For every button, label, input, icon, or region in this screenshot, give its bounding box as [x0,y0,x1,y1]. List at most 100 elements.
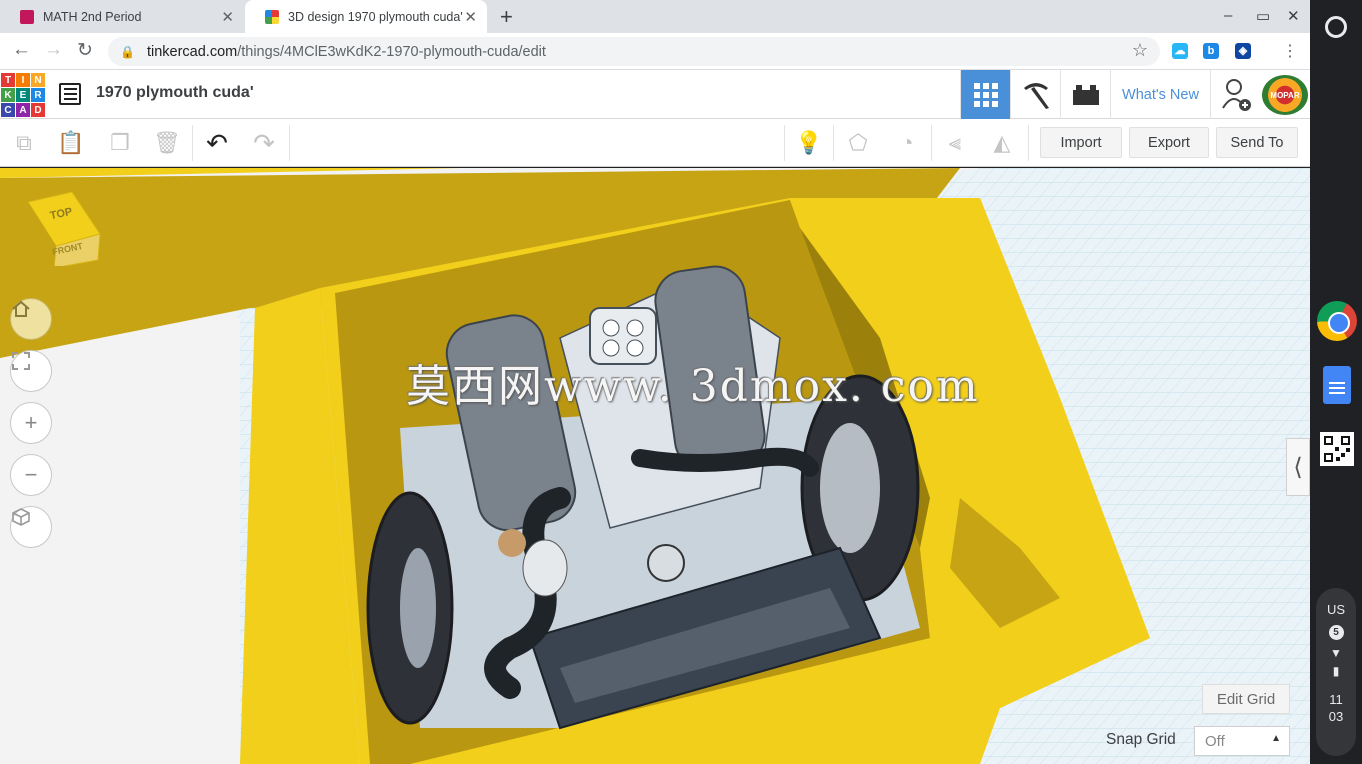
chrome-menu-icon[interactable]: ⋮ [1282,41,1298,61]
export-button[interactable]: Export [1129,127,1209,158]
logo-letter: T [1,73,15,87]
view-cube[interactable]: TOP FRONT [26,190,101,266]
fit-icon [12,352,30,370]
paste-icon[interactable]: 📋 [57,129,85,157]
zoom-in-button[interactable]: + [10,402,52,444]
tinkercad-logo[interactable]: T I N K E R C A D [1,73,45,117]
front-left-rim [400,548,436,668]
whats-new-link[interactable]: What's New [1110,70,1210,119]
bookmark-star-icon[interactable]: ☆ [1132,40,1148,61]
clock-minute: 03 [1328,709,1344,724]
tab-3d-design[interactable]: 3D design 1970 plymouth cuda' ✕ [245,0,487,33]
plus-icon: + [24,410,38,435]
cube-icon [12,508,30,526]
undo-icon[interactable]: ↶ [203,129,231,157]
docs-app-icon[interactable] [1323,366,1351,404]
minecraft-view-button[interactable] [1010,70,1060,119]
new-tab-button[interactable]: + [500,4,513,30]
edit-grid-button[interactable]: Edit Grid [1202,684,1290,714]
send-to-button[interactable]: Send To [1216,127,1298,158]
3d-scene[interactable] [0,168,1310,764]
add-user-icon [1221,78,1251,111]
front-right-rim [820,423,880,553]
tinkercad-icon [265,9,279,24]
perspective-button[interactable] [10,506,52,548]
grid-icon [973,82,998,107]
redo-icon[interactable]: ↷ [250,129,278,157]
chevron-left-icon: ⟨ [1293,453,1303,481]
logo-letter: R [31,88,45,102]
delete-icon[interactable]: 🗑 [153,129,181,157]
chrome-app-icon[interactable] [1317,301,1357,341]
classroom-icon [20,9,34,24]
tab-title: 3D design 1970 plymouth cuda' [288,9,463,24]
url-host: tinkercad.com [146,43,238,60]
reload-button[interactable]: ↻ [77,39,93,62]
clock-hour: 11 [1329,692,1343,707]
tinkercad-header: T I N K E R C A D 1970 plymouth cuda' Wh… [0,70,1310,119]
lock-icon: 🔒 [120,44,135,59]
group-icon[interactable]: ⬠ [844,129,872,157]
launcher-icon[interactable] [1325,16,1347,38]
forward-button[interactable]: → [44,39,63,61]
tab-title: MATH 2nd Period [43,9,142,24]
align-icon[interactable]: ⫷ [941,129,969,157]
maximize-button[interactable]: ▭ [1256,7,1270,25]
minus-icon: − [24,462,38,487]
url-input[interactable]: 🔒 tinkercad.com/things/4MClE3wKdK2-1970-… [108,37,1160,66]
home-icon [12,300,30,317]
wifi-icon: ▼ [1330,646,1342,660]
logo-letter: C [1,103,15,117]
address-bar: ← → ↻ 🔒 tinkercad.com/things/4MClE3wKdK2… [0,33,1310,70]
close-tab-icon[interactable]: ✕ [464,8,477,26]
snap-grid-value: Off [1205,732,1225,750]
logo-letter: A [16,103,30,117]
invite-user-button[interactable] [1210,70,1262,119]
fit-view-button[interactable] [10,350,52,392]
battery-icon: ▮ [1332,664,1340,678]
snap-grid-label: Snap Grid [1106,731,1176,748]
close-window-button[interactable]: ✕ [1287,7,1300,25]
close-tab-icon[interactable]: ✕ [221,8,234,26]
edit-toolbar: ⧉ 📋 ❐ 🗑 ↶ ↷ 💡 ⬠ ◔ ⫷ ◭ Import Export Send… [0,119,1310,167]
url-path: /things/4MClE3wKdK2-1970-plymouth-cuda/e… [237,43,546,60]
back-button[interactable]: ← [12,39,31,61]
lightbulb-icon[interactable]: 💡 [795,129,823,157]
logo-letter: K [1,88,15,102]
home-view-button[interactable] [10,298,52,340]
filter [498,529,526,557]
watermark-text: 莫西网www. 3dmox. com [406,361,980,412]
caret-up-icon: ▲ [1271,733,1281,744]
brick-icon [1072,84,1099,105]
workplane-canvas[interactable]: 莫西网www. 3dmox. com TOP FRONT + − ⟨ Edit … [0,168,1310,764]
logo-letter: D [31,103,45,117]
chromeos-shelf: US 5 ▼ ▮ 11 03 [1310,0,1362,764]
design-list-icon[interactable] [59,83,81,105]
import-button[interactable]: Import [1040,127,1122,158]
avatar[interactable]: MOPAR [1262,75,1308,115]
ungroup-icon[interactable]: ◔ [893,129,921,157]
minimize-button[interactable]: – [1224,7,1232,24]
mirror-icon[interactable]: ◭ [988,129,1016,157]
sidepanel-toggle-button[interactable]: ⟨ [1286,438,1310,496]
design-title[interactable]: 1970 plymouth cuda' [96,84,254,102]
extension-b-icon[interactable]: b [1203,43,1219,59]
extension-cloud-icon[interactable]: ☁ [1172,43,1188,59]
browser-tab-bar: MATH 2nd Period ✕ 3D design 1970 plymout… [0,0,1310,33]
duplicate-icon[interactable]: ❐ [106,129,134,157]
extension-shield-icon[interactable]: ◈ [1235,43,1251,59]
lego-view-button[interactable] [1060,70,1110,119]
fan-hub [647,544,685,582]
tab-math-2nd-period[interactable]: MATH 2nd Period ✕ [0,0,244,33]
pickaxe-icon [1023,82,1049,109]
qr-code-icon [1324,436,1350,462]
system-tray[interactable]: US 5 ▼ ▮ 11 03 [1316,588,1356,756]
snap-grid-select[interactable]: Off ▲ [1194,726,1290,756]
alternator [522,539,568,597]
qr-app-icon[interactable] [1320,432,1354,466]
copy-icon[interactable]: ⧉ [10,129,38,157]
3d-view-button[interactable] [960,70,1010,119]
zoom-out-button[interactable]: − [10,454,52,496]
logo-letter: E [16,88,30,102]
notification-count: 5 [1328,625,1344,640]
